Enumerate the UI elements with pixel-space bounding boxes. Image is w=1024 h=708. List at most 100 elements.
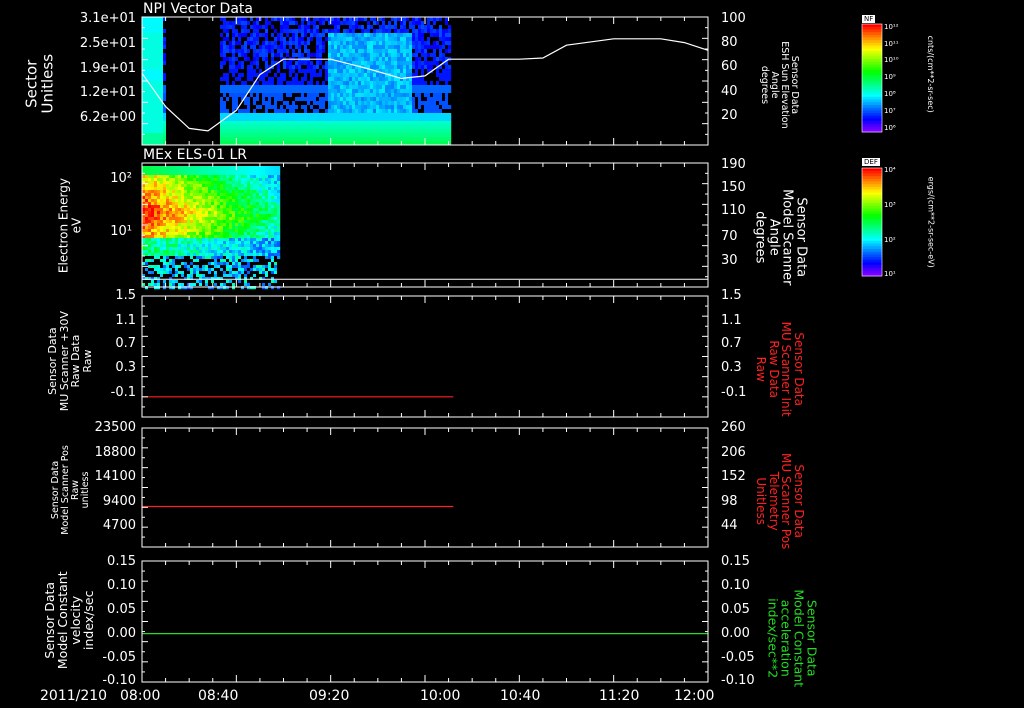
- heatmap-cell: [151, 73, 155, 78]
- heatmap-cell: [346, 81, 350, 86]
- heatmap-cell: [193, 277, 197, 281]
- heatmap-cell: [187, 217, 191, 221]
- heatmap-cell: [415, 125, 419, 130]
- heatmap-cell: [448, 105, 452, 110]
- heatmap-cell: [208, 277, 212, 281]
- heatmap-cell: [229, 77, 233, 82]
- heatmap-cell: [166, 172, 170, 176]
- heatmap-cell: [211, 199, 215, 203]
- heatmap-cell: [328, 25, 332, 30]
- heatmap-cell: [214, 61, 218, 66]
- heatmap-cell: [274, 109, 278, 114]
- heatmap-cell: [187, 69, 191, 74]
- heatmap-cell: [187, 283, 191, 287]
- heatmap-cell: [211, 113, 215, 118]
- heatmap-cell: [268, 29, 272, 34]
- heatmap-cell: [328, 29, 332, 34]
- heatmap-cell: [169, 85, 173, 90]
- heatmap-cell: [208, 49, 212, 54]
- heatmap-cell: [325, 117, 329, 122]
- heatmap-cell: [151, 262, 155, 266]
- heatmap-cell: [148, 205, 152, 209]
- heatmap-cell: [262, 226, 266, 230]
- heatmap-cell: [193, 121, 197, 126]
- heatmap-cell: [178, 286, 182, 290]
- heatmap-cell: [358, 21, 362, 26]
- heatmap-cell: [229, 117, 233, 122]
- heatmap-cell: [196, 166, 200, 170]
- heatmap-cell: [253, 283, 257, 287]
- heatmap-cell: [262, 280, 266, 284]
- heatmap-cell: [169, 172, 173, 176]
- heatmap-cell: [148, 113, 152, 118]
- heatmap-cell: [187, 109, 191, 114]
- heatmap-cell: [172, 232, 176, 236]
- heatmap-cell: [376, 109, 380, 114]
- heatmap-cell: [316, 65, 320, 70]
- heatmap-cell: [160, 172, 164, 176]
- heatmap-cell: [271, 117, 275, 122]
- heatmap-cell: [262, 57, 266, 62]
- heatmap-cell: [169, 121, 173, 126]
- heatmap-cell: [277, 73, 281, 78]
- heatmap-cell: [295, 65, 299, 70]
- heatmap-cell: [310, 133, 314, 138]
- heatmap-cell: [430, 73, 434, 78]
- heatmap-cell: [157, 25, 161, 30]
- heatmap-cell: [379, 89, 383, 94]
- heatmap-cell: [208, 85, 212, 90]
- heatmap-cell: [310, 81, 314, 86]
- heatmap-cell: [238, 29, 242, 34]
- heatmap-cell: [175, 85, 179, 90]
- heatmap-cell: [433, 93, 437, 98]
- heatmap-cell: [151, 172, 155, 176]
- heatmap-cell: [394, 45, 398, 50]
- heatmap-cell: [283, 101, 287, 106]
- heatmap-cell: [247, 244, 251, 248]
- heatmap-cell: [184, 29, 188, 34]
- heatmap-cell: [211, 172, 215, 176]
- heatmap-cell: [211, 69, 215, 74]
- heatmap-cell: [229, 172, 233, 176]
- heatmap-cell: [169, 271, 173, 275]
- heatmap-cell: [208, 175, 212, 179]
- heatmap-cell: [175, 256, 179, 260]
- heatmap-cell: [418, 85, 422, 90]
- heatmap-cell: [154, 29, 158, 34]
- heatmap-cell: [220, 277, 224, 281]
- heatmap-cell: [226, 229, 230, 233]
- heatmap-cell: [187, 214, 191, 218]
- heatmap-cell: [388, 45, 392, 50]
- heatmap-cell: [193, 81, 197, 86]
- heatmap-cell: [385, 65, 389, 70]
- heatmap-cell: [196, 113, 200, 118]
- heatmap-cell: [271, 93, 275, 98]
- heatmap-cell: [250, 25, 254, 30]
- heatmap-cell: [148, 17, 152, 22]
- heatmap-cell: [418, 57, 422, 62]
- heatmap-cell: [268, 117, 272, 122]
- heatmap-cell: [322, 69, 326, 74]
- heatmap-cell: [445, 85, 449, 90]
- heatmap-cell: [202, 169, 206, 173]
- heatmap-cell: [442, 101, 446, 106]
- heatmap-cell: [250, 37, 254, 42]
- heatmap-cell: [346, 33, 350, 38]
- heatmap-cell: [199, 259, 203, 263]
- heatmap-cell: [199, 256, 203, 260]
- heatmap-cell: [193, 256, 197, 260]
- heatmap-cell: [145, 89, 149, 94]
- heatmap-cell: [244, 73, 248, 78]
- heatmap-cell: [196, 208, 200, 212]
- heatmap-cell: [160, 113, 164, 118]
- heatmap-cell: [166, 271, 170, 275]
- heatmap-cell: [247, 277, 251, 281]
- heatmap-cell: [304, 53, 308, 58]
- heatmap-cell: [184, 211, 188, 215]
- heatmap-cell: [235, 196, 239, 200]
- heatmap-cell: [352, 85, 356, 90]
- heatmap-cell: [349, 57, 353, 62]
- heatmap-cell: [199, 250, 203, 254]
- heatmap-cell: [223, 89, 227, 94]
- heatmap-cell: [196, 85, 200, 90]
